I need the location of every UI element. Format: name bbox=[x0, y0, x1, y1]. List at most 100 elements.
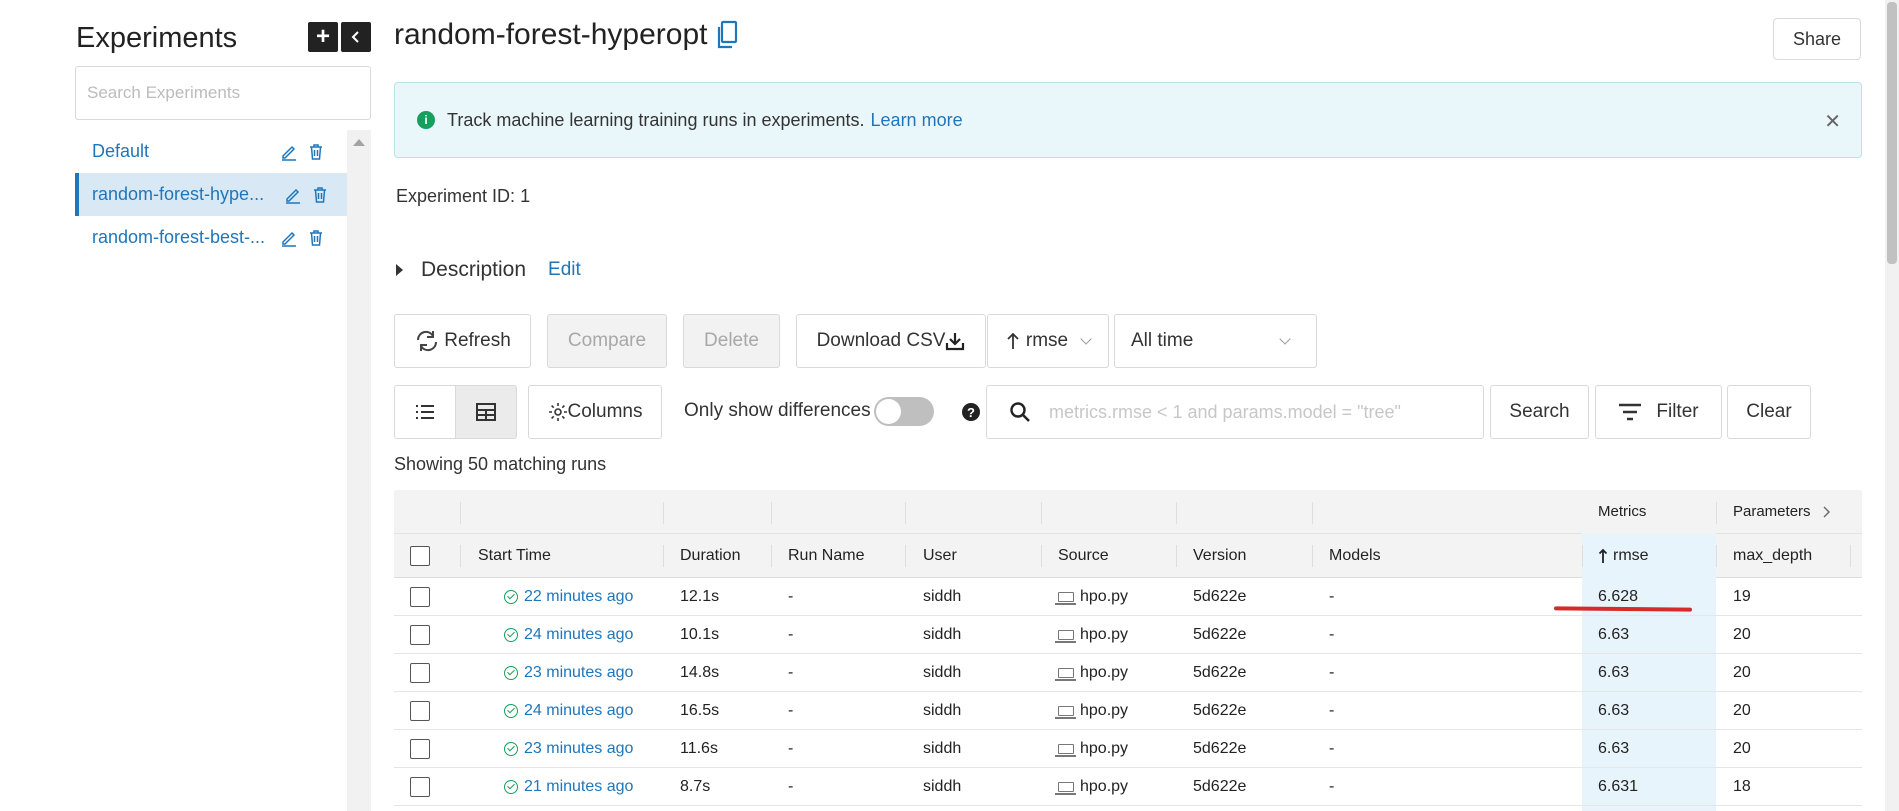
run-link[interactable]: 23 minutes ago bbox=[524, 664, 633, 682]
row-checkbox[interactable] bbox=[410, 663, 430, 683]
experiment-id: Experiment ID: 1 bbox=[396, 186, 530, 207]
success-check-icon bbox=[504, 741, 518, 756]
delete-button[interactable]: Delete bbox=[683, 314, 780, 368]
source-cell[interactable]: hpo.py bbox=[1055, 654, 1128, 691]
user-cell: siddh bbox=[923, 587, 962, 605]
source-cell[interactable]: hpo.py bbox=[1055, 578, 1128, 615]
help-icon[interactable]: ? bbox=[962, 403, 980, 421]
table-header-row: Start Time Duration Run Name User Source… bbox=[394, 534, 1862, 578]
description-label[interactable]: Description bbox=[421, 258, 526, 282]
sort-value: rmse bbox=[1025, 330, 1069, 351]
share-button[interactable]: Share bbox=[1773, 18, 1861, 60]
table-row[interactable]: 23 minutes ago hpo.py 14.8s - siddh 5d622e - 6.… bbox=[394, 654, 1862, 692]
select-all-checkbox[interactable] bbox=[410, 546, 430, 566]
download-csv-button[interactable]: Download CSV bbox=[796, 314, 986, 368]
banner-text: Track machine learning training runs in … bbox=[447, 109, 865, 130]
compare-button[interactable]: Compare bbox=[547, 314, 667, 368]
expand-caret-icon[interactable] bbox=[396, 264, 403, 276]
table-row[interactable]: 23 minutes ago hpo.py 11.6s - siddh 5d622e - 6.… bbox=[394, 730, 1862, 768]
sort-select[interactable]: rmse bbox=[987, 314, 1109, 368]
source-cell[interactable]: hpo.py bbox=[1055, 730, 1128, 767]
trash-icon[interactable] bbox=[306, 228, 326, 248]
trash-icon[interactable] bbox=[306, 142, 326, 162]
sidebar-item-random-forest-best[interactable]: random-forest-best-... bbox=[75, 216, 347, 259]
sidebar: Experiments + Default random-forest-hype… bbox=[0, 0, 371, 811]
column-header-models[interactable]: Models bbox=[1329, 534, 1381, 577]
experiment-id-value: 1 bbox=[520, 186, 531, 206]
refresh-button[interactable]: Refresh bbox=[394, 314, 531, 368]
clear-button[interactable]: Clear bbox=[1727, 385, 1811, 439]
row-checkbox[interactable] bbox=[410, 701, 430, 721]
list-view-button[interactable] bbox=[394, 385, 456, 439]
page-scrollbar-thumb[interactable] bbox=[1887, 2, 1897, 264]
sidebar-scrollbar[interactable] bbox=[347, 130, 371, 811]
source-cell[interactable]: hpo.py bbox=[1055, 768, 1128, 805]
max-depth-cell: 18 bbox=[1733, 777, 1751, 795]
user-cell: siddh bbox=[923, 701, 962, 719]
collapse-sidebar-button[interactable] bbox=[341, 22, 371, 52]
description-section: Description Edit bbox=[396, 258, 581, 282]
search-button[interactable]: Search bbox=[1490, 385, 1589, 439]
edit-icon[interactable] bbox=[279, 142, 299, 162]
trash-icon[interactable] bbox=[310, 185, 330, 205]
scroll-up-icon[interactable] bbox=[353, 139, 365, 146]
row-checkbox[interactable] bbox=[410, 739, 430, 759]
parameters-group-header[interactable]: Parameters bbox=[1733, 490, 1833, 533]
version-cell: 5d622e bbox=[1193, 701, 1247, 719]
columns-button[interactable]: Columns bbox=[528, 385, 662, 439]
source-cell[interactable]: hpo.py bbox=[1055, 692, 1128, 729]
rmse-cell: 6.63 bbox=[1598, 663, 1630, 681]
only-show-differences-toggle[interactable] bbox=[874, 397, 934, 426]
copy-icon[interactable] bbox=[715, 20, 739, 50]
column-header-source[interactable]: Source bbox=[1058, 534, 1109, 577]
table-row[interactable]: 24 minutes ago hpo.py 16.5s - siddh 5d622e - 6.… bbox=[394, 692, 1862, 730]
column-header-version[interactable]: Version bbox=[1193, 534, 1246, 577]
run-link[interactable]: 23 minutes ago bbox=[524, 740, 633, 758]
table-view-button[interactable] bbox=[455, 385, 517, 439]
filter-button[interactable]: Filter bbox=[1595, 385, 1722, 439]
run-link[interactable]: 24 minutes ago bbox=[524, 702, 633, 720]
row-checkbox[interactable] bbox=[410, 625, 430, 645]
learn-more-link[interactable]: Learn more bbox=[871, 110, 963, 131]
row-checkbox[interactable] bbox=[410, 587, 430, 607]
run-link[interactable]: 22 minutes ago bbox=[524, 588, 633, 606]
page-scrollbar[interactable] bbox=[1885, 0, 1899, 811]
info-icon: i bbox=[417, 111, 435, 129]
user-cell: siddh bbox=[923, 739, 962, 757]
run-search-input[interactable] bbox=[1049, 401, 1469, 423]
column-group-header: Metrics Parameters bbox=[394, 490, 1862, 534]
column-header-start-time[interactable]: Start Time bbox=[478, 534, 551, 577]
sidebar-item-label: random-forest-hype... bbox=[92, 184, 265, 204]
edit-icon[interactable] bbox=[283, 185, 303, 205]
column-header-duration[interactable]: Duration bbox=[680, 534, 740, 577]
success-check-icon bbox=[504, 665, 518, 680]
column-header-max-depth[interactable]: max_depth bbox=[1733, 534, 1812, 577]
max-depth-cell: 20 bbox=[1733, 701, 1751, 719]
run-link[interactable]: 21 minutes ago bbox=[524, 778, 633, 796]
sidebar-item-default[interactable]: Default bbox=[75, 130, 347, 173]
table-row[interactable]: 24 minutes ago hpo.py 10.1s - siddh 5d622e - 6.… bbox=[394, 616, 1862, 654]
table-row[interactable]: 21 minutes ago hpo.py 8.7s - siddh 5d622e - 6.6… bbox=[394, 768, 1862, 806]
run-link[interactable]: 24 minutes ago bbox=[524, 626, 633, 644]
search-experiments-input[interactable] bbox=[75, 66, 371, 120]
edit-description-link[interactable]: Edit bbox=[548, 259, 581, 281]
column-header-run-name[interactable]: Run Name bbox=[788, 534, 864, 577]
version-cell: 5d622e bbox=[1193, 663, 1247, 681]
chevron-right-icon[interactable] bbox=[1821, 505, 1833, 519]
source-cell[interactable]: hpo.py bbox=[1055, 616, 1128, 653]
column-header-rmse[interactable]: rmse bbox=[1598, 534, 1649, 577]
edit-icon[interactable] bbox=[279, 228, 299, 248]
max-depth-cell: 20 bbox=[1733, 663, 1751, 681]
row-checkbox[interactable] bbox=[410, 777, 430, 797]
close-icon[interactable]: ✕ bbox=[1824, 109, 1841, 134]
laptop-icon bbox=[1055, 629, 1076, 643]
run-name-cell: - bbox=[788, 663, 794, 681]
time-range-select[interactable]: All time bbox=[1114, 314, 1317, 368]
download-icon bbox=[946, 333, 965, 351]
start-time-cell: 22 minutes ago bbox=[504, 578, 633, 615]
add-experiment-button[interactable]: + bbox=[308, 22, 338, 52]
column-header-user[interactable]: User bbox=[923, 534, 957, 577]
sidebar-item-random-forest-hyperopt[interactable]: random-forest-hype... bbox=[75, 173, 347, 216]
max-depth-cell: 20 bbox=[1733, 625, 1751, 643]
search-icon bbox=[1010, 402, 1030, 422]
